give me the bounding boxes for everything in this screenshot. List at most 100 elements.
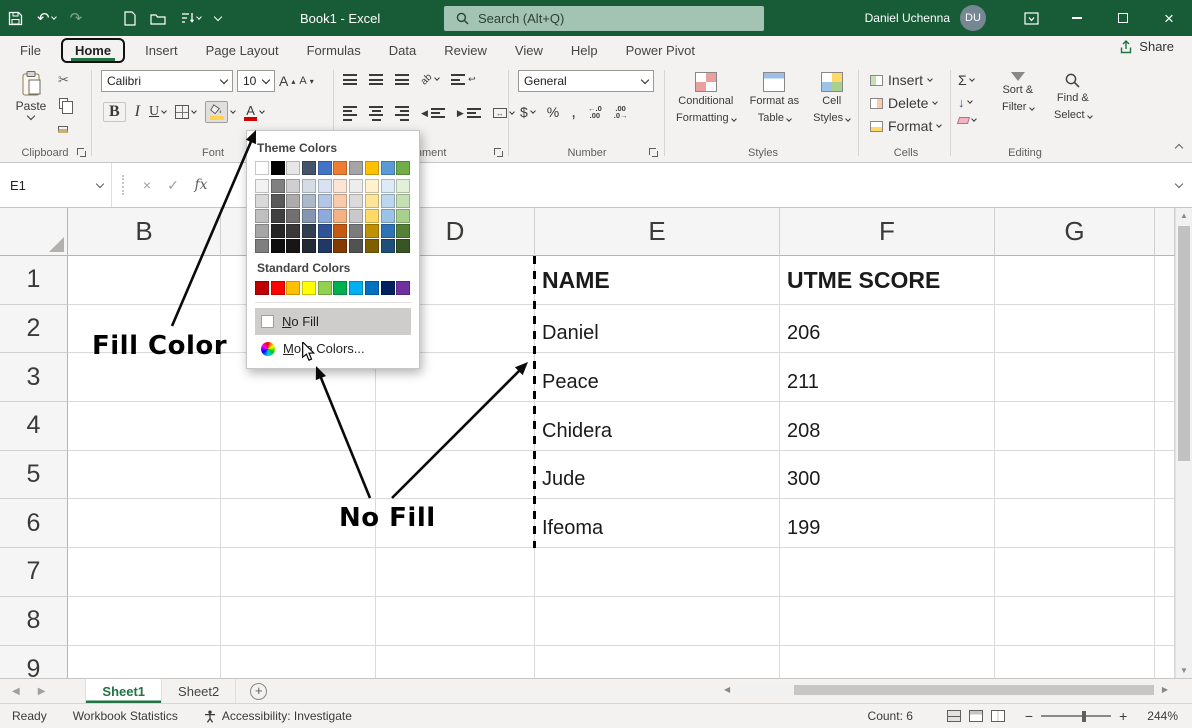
increase-font-size-button[interactable]: A▴	[279, 73, 295, 89]
theme-shade-swatch[interactable]	[286, 239, 300, 253]
tab-review[interactable]: Review	[430, 38, 501, 63]
cell-H2[interactable]	[1155, 305, 1175, 354]
row-header-6[interactable]: 6	[0, 499, 68, 548]
insert-function-button[interactable]: fx	[186, 177, 216, 193]
theme-color-swatch[interactable]	[271, 161, 285, 175]
align-middle-button[interactable]	[369, 74, 383, 84]
decrease-indent-button[interactable]: ◀	[421, 108, 445, 119]
cell-G3[interactable]	[995, 353, 1155, 402]
page-layout-view-button[interactable]	[969, 710, 983, 722]
theme-color-swatch[interactable]	[318, 161, 332, 175]
tab-home[interactable]: Home	[61, 38, 125, 63]
align-left-button[interactable]	[343, 106, 357, 121]
collapse-ribbon-button[interactable]	[1176, 138, 1182, 156]
cell-F4[interactable]: 208	[780, 402, 995, 451]
cell-G1[interactable]	[995, 256, 1155, 305]
no-fill-menu-item[interactable]: No Fill	[255, 308, 411, 335]
horizontal-scrollbar-track[interactable]	[734, 683, 1158, 696]
merge-center-button[interactable]: ↔	[493, 108, 514, 118]
cell-G7[interactable]	[995, 548, 1155, 597]
column-header-E[interactable]: E	[535, 208, 780, 256]
row-header-3[interactable]: 3	[0, 353, 68, 402]
sheet-tab-sheet2[interactable]: Sheet2	[162, 679, 236, 703]
theme-shade-swatch[interactable]	[271, 239, 285, 253]
close-button[interactable]: ×	[1146, 0, 1192, 36]
theme-color-swatch[interactable]	[255, 161, 269, 175]
cell-H5[interactable]	[1155, 451, 1175, 500]
tab-power-pivot[interactable]: Power Pivot	[612, 38, 709, 63]
insert-cells-button[interactable]: Insert	[870, 72, 941, 88]
theme-shade-swatch[interactable]	[255, 224, 269, 238]
theme-shade-swatch[interactable]	[318, 209, 332, 223]
cell-F2[interactable]: 206	[780, 305, 995, 354]
tab-file[interactable]: File	[6, 38, 55, 63]
italic-button[interactable]: I	[135, 103, 140, 121]
cell-E7[interactable]	[535, 548, 780, 597]
scroll-up-icon[interactable]: ▲	[1176, 211, 1192, 220]
find-select-button[interactable]: Find & Select	[1054, 72, 1092, 123]
theme-shade-swatch[interactable]	[365, 194, 379, 208]
cell-B5[interactable]	[68, 451, 221, 500]
theme-shade-swatch[interactable]	[396, 224, 410, 238]
tab-page-layout[interactable]: Page Layout	[192, 38, 293, 63]
name-box[interactable]: E1	[0, 163, 112, 207]
theme-shade-swatch[interactable]	[381, 239, 395, 253]
sheet-tab-sheet1[interactable]: Sheet1	[85, 679, 162, 703]
theme-shade-swatch[interactable]	[255, 179, 269, 193]
theme-shade-swatch[interactable]	[365, 239, 379, 253]
cell-E3[interactable]: Peace	[535, 353, 780, 402]
theme-color-swatch[interactable]	[333, 161, 347, 175]
theme-shade-swatch[interactable]	[302, 179, 316, 193]
redo-button[interactable]: ↷	[70, 9, 83, 27]
cell-D8[interactable]	[376, 597, 535, 646]
cell-E5[interactable]: Jude	[535, 451, 780, 500]
theme-shade-swatch[interactable]	[318, 194, 332, 208]
standard-color-swatch[interactable]	[286, 281, 300, 295]
standard-color-swatch[interactable]	[381, 281, 395, 295]
row-header-9[interactable]: 9	[0, 646, 68, 679]
theme-shade-swatch[interactable]	[286, 209, 300, 223]
zoom-slider[interactable]	[1041, 715, 1111, 717]
zoom-slider-thumb[interactable]	[1082, 711, 1086, 722]
accessibility-status[interactable]: Accessibility: Investigate	[204, 709, 352, 723]
cell-F7[interactable]	[780, 548, 995, 597]
format-painter-button[interactable]	[58, 121, 68, 136]
more-colors-menu-item[interactable]: More Colors...	[255, 335, 411, 362]
maximize-button[interactable]	[1100, 0, 1146, 36]
cell-H9[interactable]	[1155, 646, 1175, 679]
sort-ascending-button[interactable]	[180, 11, 201, 25]
cell-D7[interactable]	[376, 548, 535, 597]
theme-color-swatch[interactable]	[365, 161, 379, 175]
search-box[interactable]: Search (Alt+Q)	[444, 6, 764, 31]
paste-button[interactable]: Paste	[10, 70, 52, 142]
normal-view-button[interactable]	[947, 710, 961, 722]
cell-G8[interactable]	[995, 597, 1155, 646]
cell-H3[interactable]	[1155, 353, 1175, 402]
increase-decimal-button[interactable]: ←.0.00	[588, 105, 602, 120]
theme-shade-swatch[interactable]	[396, 179, 410, 193]
autosum-button[interactable]: Σ	[958, 72, 976, 88]
minimize-button[interactable]	[1054, 0, 1100, 36]
copy-button[interactable]	[59, 97, 68, 112]
increase-indent-button[interactable]: ▶	[457, 108, 481, 119]
cell-D6[interactable]	[376, 499, 535, 548]
standard-color-swatch[interactable]	[255, 281, 269, 295]
conditional-formatting-button[interactable]: Conditional Formatting	[676, 72, 736, 126]
user-avatar[interactable]: DU	[960, 5, 986, 31]
row-header-4[interactable]: 4	[0, 402, 68, 451]
theme-shade-swatch[interactable]	[318, 179, 332, 193]
fill-button[interactable]: ↓	[958, 95, 976, 110]
cell-E1[interactable]: NAME	[535, 256, 780, 305]
cell-D9[interactable]	[376, 646, 535, 679]
theme-shade-swatch[interactable]	[302, 224, 316, 238]
expand-formula-bar-button[interactable]	[1166, 184, 1192, 187]
number-format-select[interactable]: General	[518, 70, 654, 92]
row-header-7[interactable]: 7	[0, 548, 68, 597]
cell-E8[interactable]	[535, 597, 780, 646]
theme-shade-swatch[interactable]	[255, 194, 269, 208]
theme-color-swatch[interactable]	[381, 161, 395, 175]
share-button[interactable]: Share	[1119, 39, 1174, 54]
theme-shade-swatch[interactable]	[271, 224, 285, 238]
cell-C4[interactable]	[221, 402, 376, 451]
theme-shade-swatch[interactable]	[349, 209, 363, 223]
